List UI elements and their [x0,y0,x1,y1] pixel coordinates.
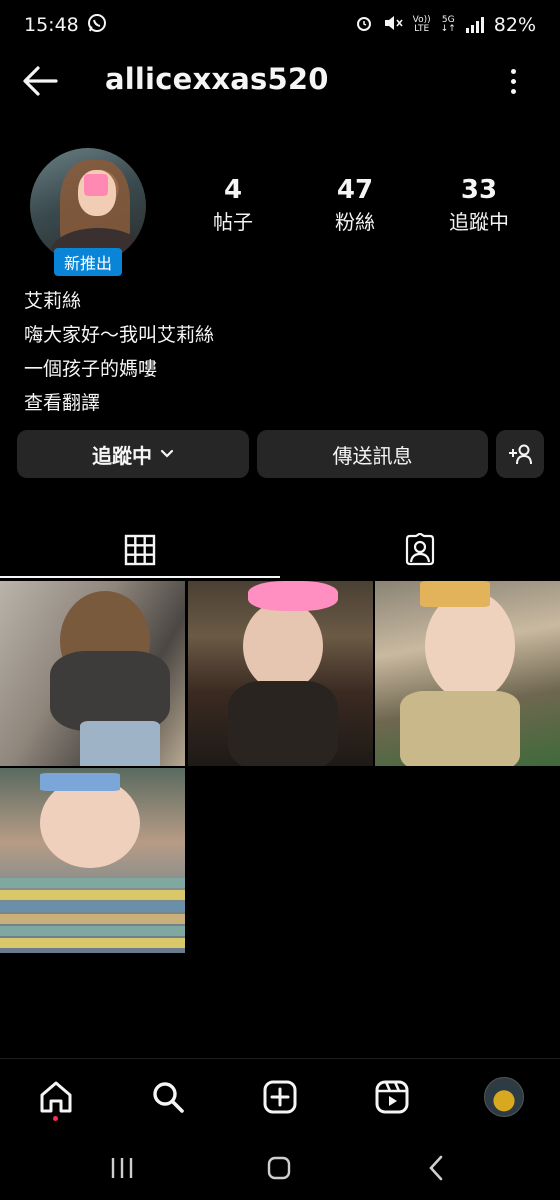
bottom-navigation [0,1058,560,1134]
nav-create[interactable] [260,1077,300,1117]
more-options-button[interactable] [500,64,526,98]
post-figure [40,773,120,791]
recent-apps-icon [111,1158,133,1178]
nav-search[interactable] [148,1077,188,1117]
following-count: 33 [460,175,498,205]
post-thumbnail[interactable] [0,768,185,953]
plus-square-icon [263,1080,297,1114]
new-badge[interactable]: 新推出 [54,248,122,276]
posts-label: 帖子 [213,210,253,234]
tab-tagged[interactable] [280,520,560,580]
post-figure [40,778,140,868]
bio-line: 一個孩子的媽嘍 [24,358,158,380]
suggested-users-button[interactable] [496,430,544,478]
followers-count: 47 [336,175,374,205]
tagged-person-icon [405,533,435,566]
status-time: 15:48 [24,14,79,36]
notification-dot [53,1116,58,1121]
post-thumbnail[interactable] [188,581,373,766]
post-figure [0,902,185,912]
posts-stat: 4 帖子 [178,175,288,239]
mute-icon [383,14,403,37]
recent-apps-button[interactable] [104,1154,140,1182]
post-figure [248,581,338,611]
post-figure [420,581,490,607]
network-gen: 5G ↓↑ [441,16,456,34]
avatar[interactable] [30,148,146,264]
volte-bottom: LTE [414,24,430,34]
following-stat[interactable]: 33 追蹤中 [424,175,534,239]
more-dot [510,78,516,84]
bio-line: 嗨大家好〜我叫艾莉絲 [24,324,215,346]
profile-thumbnail [484,1077,524,1117]
bio-name: 艾莉絲 [24,290,82,312]
post-figure [400,691,520,766]
nav-reels[interactable] [372,1077,412,1117]
status-left: 15:48 [24,13,107,38]
add-person-icon [509,444,532,465]
message-button-label: 傳送訊息 [332,443,413,468]
post-figure [243,601,323,691]
profile-header: allicexxas520 [0,50,560,112]
alarm-icon [355,14,373,37]
system-navigation [0,1134,560,1200]
more-dot [510,88,516,94]
status-bar: 15:48 Vo)) LTE 5G ↓↑ 82% [0,0,560,50]
message-button[interactable]: 傳送訊息 [257,430,488,478]
home-button-icon [267,1156,291,1180]
system-home-button[interactable] [261,1154,297,1182]
following-label: 追蹤中 [449,210,509,234]
profile-bio: 艾莉絲 嗨大家好〜我叫艾莉絲 一個孩子的媽嘍 查看翻譯 [24,284,214,420]
post-figure [425,591,515,701]
post-thumbnail[interactable] [0,581,185,766]
data-arrows-icon: ↓↑ [440,24,456,34]
avatar-heart-sticker [84,174,108,196]
profile-tabs [0,520,560,580]
chevron-left-icon [429,1155,443,1181]
nav-home[interactable] [36,1077,76,1117]
home-icon [40,1081,72,1113]
nav-profile[interactable] [484,1077,524,1117]
system-back-button[interactable] [418,1154,454,1182]
followers-stat[interactable]: 47 粉絲 [300,175,410,239]
post-figure [0,890,185,900]
posts-count: 4 [223,175,243,205]
active-tab-indicator [0,576,280,578]
post-figure [0,914,185,924]
search-icon [153,1082,184,1113]
post-figure [50,651,170,731]
post-figure [80,721,160,766]
volte-indicator: Vo)) LTE [413,16,431,34]
post-figure [228,681,338,766]
following-button-label: 追蹤中 [92,443,152,468]
profile-username: allicexxas520 [105,62,329,96]
post-figure [0,938,185,948]
chevron-down-icon [160,449,174,458]
post-figure [0,926,185,936]
whatsapp-icon [87,13,107,38]
battery-percent: 82% [493,14,536,36]
see-translation-link[interactable]: 查看翻譯 [24,386,214,420]
more-vertical-icon [510,68,516,74]
followers-label: 粉絲 [335,210,375,234]
status-right: Vo)) LTE 5G ↓↑ 82% [355,14,536,37]
reels-icon [375,1080,409,1114]
signal-icon [465,17,484,33]
grid-icon [124,534,156,566]
tab-posts-grid[interactable] [0,520,280,580]
post-thumbnail[interactable] [375,581,560,766]
post-figure [0,878,185,888]
arrow-left-icon [23,66,58,96]
back-button[interactable] [20,64,60,98]
following-button[interactable]: 追蹤中 [17,430,249,478]
